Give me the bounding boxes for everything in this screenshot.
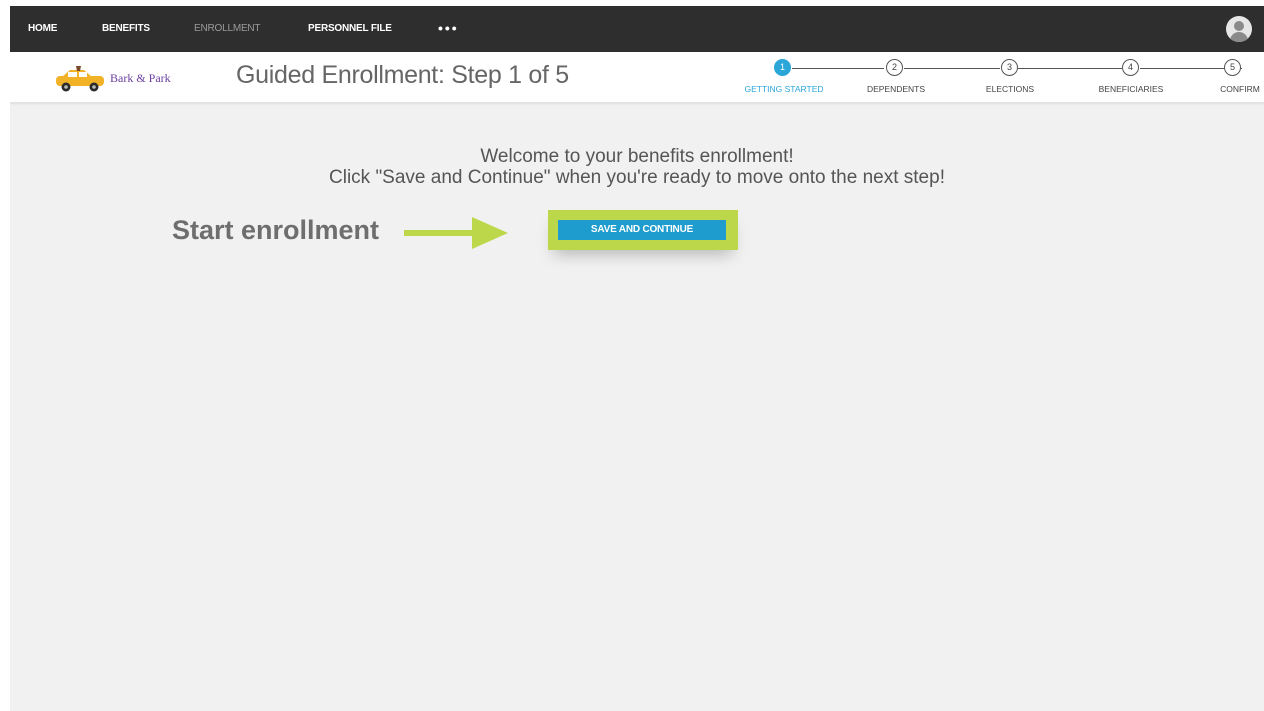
welcome-line-2: Click "Save and Continue" when you're re… — [329, 167, 945, 188]
user-avatar-icon[interactable] — [1226, 16, 1252, 42]
taxi-car-icon — [56, 66, 104, 92]
logo-text: Bark & Park — [110, 71, 171, 85]
step-3-label[interactable]: ELECTIONS — [986, 84, 1034, 94]
step-connector — [1018, 68, 1122, 69]
avatar-body — [1230, 32, 1248, 42]
nav-item-home[interactable]: HOME — [28, 6, 57, 52]
avatar-head — [1234, 21, 1244, 31]
welcome-line-1: Welcome to your benefits enrollment! — [480, 146, 794, 167]
arrow-right-icon — [404, 217, 508, 249]
welcome-message: Welcome to your benefits enrollment! Cli… — [10, 146, 1264, 188]
step-4-indicator[interactable]: 4 — [1122, 59, 1139, 76]
company-logo: Bark & Park — [54, 60, 204, 94]
step-1-label[interactable]: GETTING STARTED — [744, 84, 823, 94]
step-connector — [904, 68, 1000, 69]
more-menu-icon[interactable]: ••• — [438, 6, 459, 52]
step-1-indicator[interactable]: 1 — [774, 59, 791, 76]
enrollment-header: Bark & Park Guided Enrollment: Step 1 of… — [10, 52, 1264, 103]
step-2-label[interactable]: DEPENDENTS — [867, 84, 925, 94]
start-enrollment-callout: Start enrollment — [172, 215, 380, 245]
nav-item-personnel-file[interactable]: PERSONNEL FILE — [308, 6, 392, 52]
top-navigation-bar: HOME BENEFITS ENROLLMENT PERSONNEL FILE … — [10, 6, 1264, 52]
step-3-indicator[interactable]: 3 — [1001, 59, 1018, 76]
step-5-label[interactable]: CONFIRM — [1220, 84, 1260, 94]
step-5-indicator[interactable]: 5 — [1224, 59, 1241, 76]
step-connector — [792, 68, 884, 69]
step-4-label[interactable]: BENEFICIARIES — [1099, 84, 1164, 94]
nav-item-benefits[interactable]: BENEFITS — [102, 6, 150, 52]
page-title: Guided Enrollment: Step 1 of 5 — [236, 61, 569, 89]
step-2-indicator[interactable]: 2 — [886, 59, 903, 76]
enrollment-stepper: 1 2 3 4 5 GETTING STARTED DEPENDENTS ELE… — [728, 52, 1264, 102]
app-frame: HOME BENEFITS ENROLLMENT PERSONNEL FILE … — [10, 6, 1264, 711]
nav-item-enrollment[interactable]: ENROLLMENT — [194, 6, 261, 52]
save-and-continue-button[interactable]: SAVE AND CONTINUE — [558, 220, 726, 240]
